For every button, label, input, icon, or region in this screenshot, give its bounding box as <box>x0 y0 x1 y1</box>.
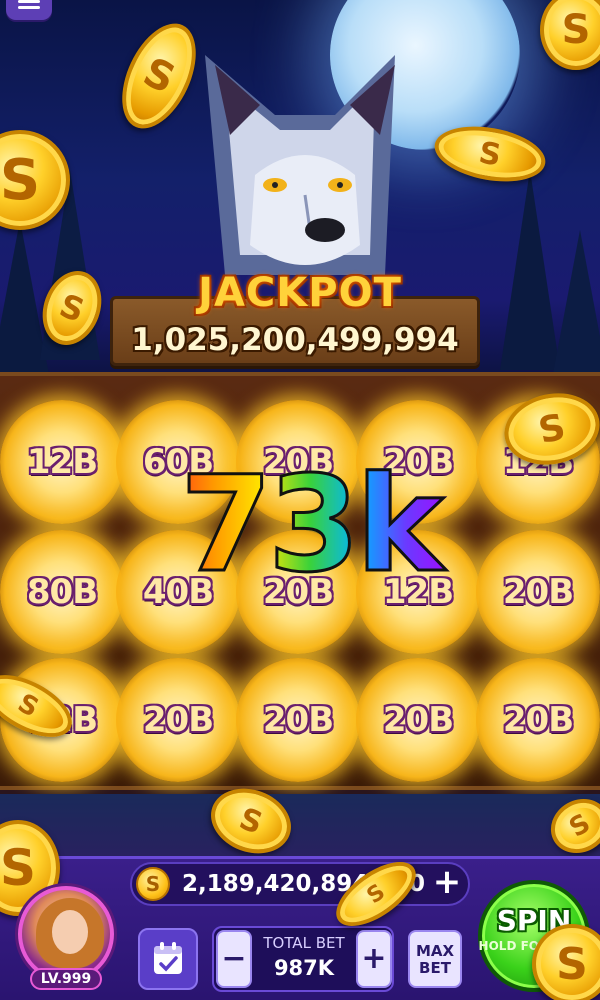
total-bet-value: 987K <box>273 956 335 980</box>
decrease-bet-button[interactable]: − <box>216 930 252 988</box>
cell-value: 20B <box>502 700 574 740</box>
coin-icon: S <box>136 867 170 901</box>
reel-cell: 20B <box>356 658 480 782</box>
menu-button[interactable] <box>6 0 52 20</box>
cell-value: 20B <box>382 700 454 740</box>
cell-value: 20B <box>502 572 574 612</box>
increase-bet-button[interactable]: + <box>356 930 392 988</box>
reel-cell: 20B <box>476 658 600 782</box>
coin-icon: S <box>532 924 600 1000</box>
reel-cell: 20B <box>236 658 360 782</box>
total-bet-label: TOTAL BET <box>263 934 345 952</box>
add-coins-button[interactable]: + <box>430 865 464 900</box>
daily-bonus-button[interactable] <box>138 928 198 990</box>
reel-cell: 80B <box>0 530 124 654</box>
reel-cell: 20B <box>476 530 600 654</box>
slot-game-screen: JACKPOT 1,025,200,499,994 12B 60B 20B 20… <box>0 0 600 1000</box>
wolf-icon <box>205 55 395 275</box>
balance-display: S 2,189,420,894,990 <box>130 862 470 906</box>
coin-icon: S <box>540 0 600 70</box>
win-amount-overlay: 73k <box>160 454 460 597</box>
max-bet-button[interactable]: MAX BET <box>408 930 462 988</box>
avatar-face <box>52 910 88 954</box>
jackpot-amount: 1,025,200,499,994 <box>131 322 459 358</box>
reel-cell: 20B <box>116 658 240 782</box>
cell-value: 20B <box>142 700 214 740</box>
cell-value: 80B <box>26 572 98 612</box>
level-badge: LV.999 <box>30 968 102 990</box>
calendar-icon <box>154 942 182 974</box>
cell-value: 20B <box>262 700 334 740</box>
reel-cell: 12B <box>0 400 124 524</box>
cell-value: 12B <box>26 442 98 482</box>
scenery-strip <box>0 794 600 864</box>
